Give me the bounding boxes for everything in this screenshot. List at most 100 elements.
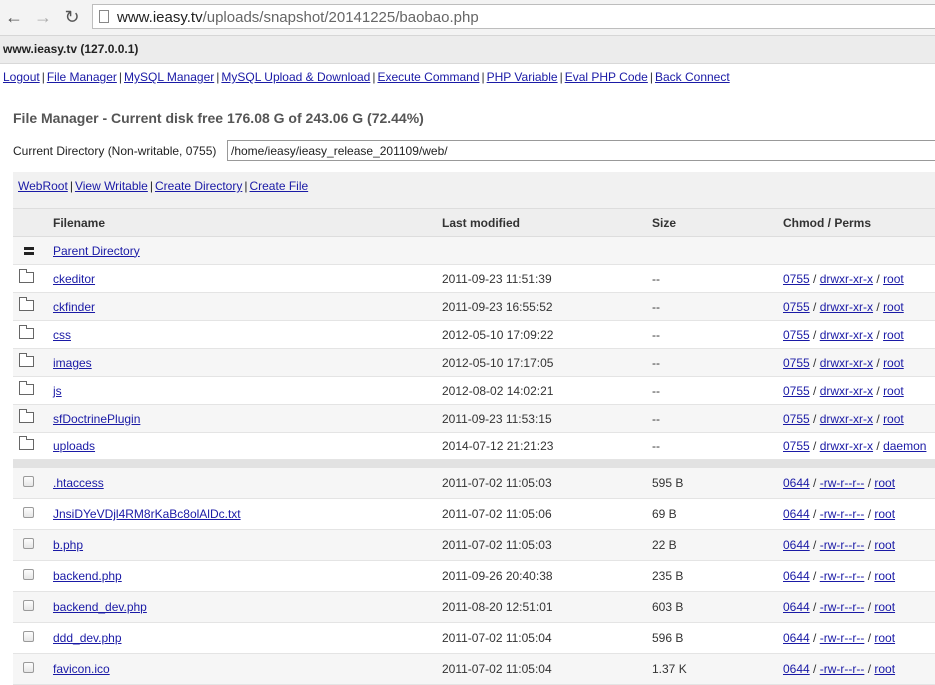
column-filename: Filename [53,215,106,230]
chmod-link[interactable]: 0644 [783,631,810,645]
perm-link[interactable]: drwxr-xr-x [820,300,873,314]
perm-link[interactable]: drwxr-xr-x [820,439,873,453]
file-checkbox-icon[interactable] [19,631,34,645]
chmod-link[interactable]: 0755 [783,384,810,398]
file-checkbox-icon[interactable] [19,476,34,490]
file-name-link[interactable]: b.php [53,538,83,552]
dir-name-link[interactable]: ckfinder [53,300,95,314]
perm-link[interactable]: -rw-r--r-- [820,662,865,676]
file-size: 69 B [652,507,677,521]
perm-link[interactable]: drwxr-xr-x [820,384,873,398]
perm-link[interactable]: drwxr-xr-x [820,328,873,342]
perm-link[interactable]: -rw-r--r-- [820,631,865,645]
perm-link[interactable]: drwxr-xr-x [820,356,873,370]
address-bar[interactable]: www.ieasy.tv/uploads/snapshot/20141225/b… [92,4,935,29]
owner-link[interactable]: root [874,476,895,490]
file-name-link[interactable]: favicon.ico [53,662,110,676]
chmod-link[interactable]: 0644 [783,507,810,521]
dir-name-link[interactable]: ckeditor [53,272,95,286]
file-checkbox-icon[interactable] [19,662,34,676]
dir-size: -- [652,411,660,426]
file-name-link[interactable]: backend.php [53,569,122,583]
file-name-link[interactable]: backend_dev.php [53,600,147,614]
owner-link[interactable]: root [883,356,904,370]
owner-link[interactable]: root [874,569,895,583]
back-arrow-icon[interactable]: ← [5,8,23,26]
owner-link[interactable]: root [874,600,895,614]
chmod-link[interactable]: 0755 [783,412,810,426]
dir-size: -- [652,355,660,370]
owner-link[interactable]: root [883,412,904,426]
perm-link[interactable]: drwxr-xr-x [820,412,873,426]
create-directory-link[interactable]: Create Directory [155,179,242,193]
file-size: 596 B [652,631,684,645]
file-checkbox-icon[interactable] [19,507,34,521]
dir-size: -- [652,299,660,314]
menu-eval-php-code[interactable]: Eval PHP Code [565,70,648,84]
menu-php-variable[interactable]: PHP Variable [487,70,558,84]
current-directory-input[interactable] [227,140,935,161]
menu-mysql-manager[interactable]: MySQL Manager [124,70,214,84]
dir-name-link[interactable]: sfDoctrinePlugin [53,412,140,426]
chmod-link[interactable]: 0755 [783,356,810,370]
menu-execute-command[interactable]: Execute Command [377,70,479,84]
file-modified: 2011-07-02 11:05:03 [442,476,552,490]
menu-logout[interactable]: Logout [3,70,40,84]
chmod-link[interactable]: 0644 [783,600,810,614]
chmod-link[interactable]: 0755 [783,439,810,453]
dir-name-link[interactable]: js [53,384,62,398]
perm-link[interactable]: -rw-r--r-- [820,569,865,583]
dir-perms: 0755 / drwxr-xr-x / root [783,327,904,342]
parent-directory-link[interactable]: Parent Directory [53,244,140,258]
owner-link[interactable]: root [883,272,904,286]
url-host: www.ieasy.tv [117,9,203,26]
file-size: 1.37 K [652,662,687,676]
dir-row: sfDoctrinePlugin 2011-09-23 11:53:15 -- … [13,405,935,433]
owner-link[interactable]: root [874,507,895,521]
owner-link[interactable]: root [883,384,904,398]
perm-link[interactable]: -rw-r--r-- [820,538,865,552]
file-name-link[interactable]: JnsiDYeVDjl4RM8rKaBc8olAlDc.txt [53,507,241,521]
chmod-link[interactable]: 0755 [783,272,810,286]
reload-icon[interactable]: ↻ [63,8,81,26]
file-table-header: Filename Last modified Size Chmod / Perm… [13,208,935,237]
file-name-link[interactable]: .htaccess [53,476,104,490]
folder-icon [19,352,34,370]
chmod-link[interactable]: 0644 [783,662,810,676]
dir-name-link[interactable]: css [53,328,71,342]
perm-link[interactable]: -rw-r--r-- [820,507,865,521]
menu-mysql-upload-download[interactable]: MySQL Upload & Download [221,70,370,84]
dir-name-link[interactable]: images [53,356,92,370]
owner-link[interactable]: root [883,328,904,342]
owner-link[interactable]: root [883,300,904,314]
chmod-link[interactable]: 0755 [783,328,810,342]
menu-file-manager[interactable]: File Manager [47,70,117,84]
owner-link[interactable]: root [874,662,895,676]
owner-link[interactable]: root [874,538,895,552]
chmod-link[interactable]: 0644 [783,476,810,490]
perm-link[interactable]: drwxr-xr-x [820,272,873,286]
file-perms: 0644 / -rw-r--r-- / root [783,600,896,614]
owner-link[interactable]: root [874,631,895,645]
view-writable-link[interactable]: View Writable [75,179,148,193]
file-checkbox-icon[interactable] [19,600,34,614]
create-file-link[interactable]: Create File [249,179,308,193]
file-modified: 2011-07-02 11:05:04 [442,631,552,645]
dir-modified: 2012-05-10 17:17:05 [442,355,554,370]
dir-name-link[interactable]: uploads [53,439,95,453]
perm-link[interactable]: -rw-r--r-- [820,600,865,614]
owner-link[interactable]: daemon [883,439,926,453]
menu-back-connect[interactable]: Back Connect [655,70,730,84]
dir-perms: 0755 / drwxr-xr-x / root [783,411,904,426]
perm-link[interactable]: -rw-r--r-- [820,476,865,490]
dir-row: images 2012-05-10 17:17:05 -- 0755 / drw… [13,349,935,377]
forward-arrow-icon[interactable]: → [34,8,52,26]
chmod-link[interactable]: 0644 [783,538,810,552]
chmod-link[interactable]: 0755 [783,300,810,314]
file-name-link[interactable]: ddd_dev.php [53,631,122,645]
tools-bar: WebRoot | View Writable | Create Directory | C… [13,172,935,208]
file-checkbox-icon[interactable] [19,569,34,583]
chmod-link[interactable]: 0644 [783,569,810,583]
webroot-link[interactable]: WebRoot [18,179,68,193]
file-checkbox-icon[interactable] [19,538,34,552]
